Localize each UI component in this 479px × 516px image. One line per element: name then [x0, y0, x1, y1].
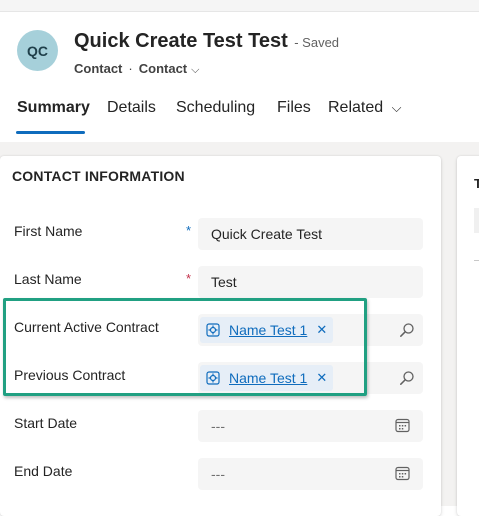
tab-scheduling[interactable]: Scheduling: [176, 99, 255, 117]
tab-related[interactable]: Related ⌵: [328, 99, 401, 117]
contract-entity-icon: [206, 323, 220, 337]
tab-related-label: Related: [328, 99, 384, 116]
required-indicator: *: [186, 271, 192, 286]
remove-icon[interactable]: ✕: [316, 322, 327, 338]
recommended-indicator: *: [186, 223, 192, 238]
field-label: Current Active Contract: [14, 319, 159, 335]
field-row-last-name: Last Name * Test: [0, 266, 441, 300]
field-label: Last Name: [14, 271, 82, 287]
contract-entity-icon: [206, 371, 220, 385]
field-row-previous-contract: Previous Contract Name Test 1 ✕: [0, 362, 441, 396]
field-row-end-date: End Date ---: [0, 458, 441, 492]
tab-summary[interactable]: Summary: [17, 99, 90, 117]
field-placeholder: ---: [211, 466, 225, 482]
top-command-bar-edge: [0, 0, 479, 12]
record-subtitle: Contact · Contact ⌵: [74, 61, 199, 77]
record-title-area: Quick Create Test Test - Saved: [74, 30, 339, 53]
calendar-icon[interactable]: [395, 418, 410, 433]
lookup-tag: Name Test 1 ✕: [200, 365, 333, 391]
current-active-contract-lookup[interactable]: Name Test 1 ✕: [198, 314, 423, 346]
tab-list: Summary Details Scheduling Files Related…: [0, 96, 479, 136]
section-title: CONTACT INFORMATION: [12, 168, 185, 184]
chevron-down-icon: ⌵: [191, 64, 200, 76]
save-status: - Saved: [294, 35, 340, 50]
record-title: Quick Create Test Test: [74, 30, 288, 52]
calendar-icon[interactable]: [395, 466, 410, 481]
last-name-input[interactable]: Test: [198, 266, 423, 298]
subtitle-separator: ·: [128, 61, 133, 76]
start-date-input[interactable]: ---: [198, 410, 423, 442]
previous-contract-lookup[interactable]: Name Test 1 ✕: [198, 362, 423, 394]
field-value: Quick Create Test: [211, 226, 323, 242]
field-label: Previous Contract: [14, 367, 126, 383]
lookup-tag: Name Test 1 ✕: [200, 317, 333, 343]
chevron-down-icon: ⌵: [391, 100, 402, 115]
field-value: Test: [211, 274, 237, 290]
lookup-link[interactable]: Name Test 1: [229, 370, 307, 386]
field-label: First Name: [14, 223, 83, 239]
tab-details[interactable]: Details: [107, 99, 156, 117]
end-date-input[interactable]: ---: [198, 458, 423, 490]
avatar: QC: [17, 30, 58, 71]
side-section-card: T: [457, 156, 479, 516]
side-field-stub: [474, 208, 479, 233]
tab-files[interactable]: Files: [277, 99, 311, 117]
side-section-title: T: [474, 176, 479, 191]
search-icon[interactable]: [399, 322, 415, 338]
avatar-initials: QC: [27, 42, 48, 59]
field-label: Start Date: [14, 415, 78, 431]
contact-information-card: CONTACT INFORMATION First Name * Quick C…: [0, 156, 441, 516]
entity-label: Contact: [74, 61, 123, 76]
remove-icon[interactable]: ✕: [316, 370, 327, 386]
lookup-link[interactable]: Name Test 1: [229, 322, 307, 338]
field-row-current-active-contract: Current Active Contract Name Test 1 ✕: [0, 314, 441, 348]
active-tab-indicator: [16, 131, 85, 134]
first-name-input[interactable]: Quick Create Test: [198, 218, 423, 250]
form-selector-label: Contact: [138, 61, 188, 76]
field-placeholder: ---: [211, 418, 225, 434]
field-row-first-name: First Name * Quick Create Test: [0, 218, 441, 252]
field-row-start-date: Start Date ---: [0, 410, 441, 444]
search-icon[interactable]: [399, 370, 415, 386]
side-divider: [474, 260, 479, 261]
field-label: End Date: [14, 463, 73, 479]
form-selector[interactable]: Contact ⌵: [139, 61, 200, 76]
